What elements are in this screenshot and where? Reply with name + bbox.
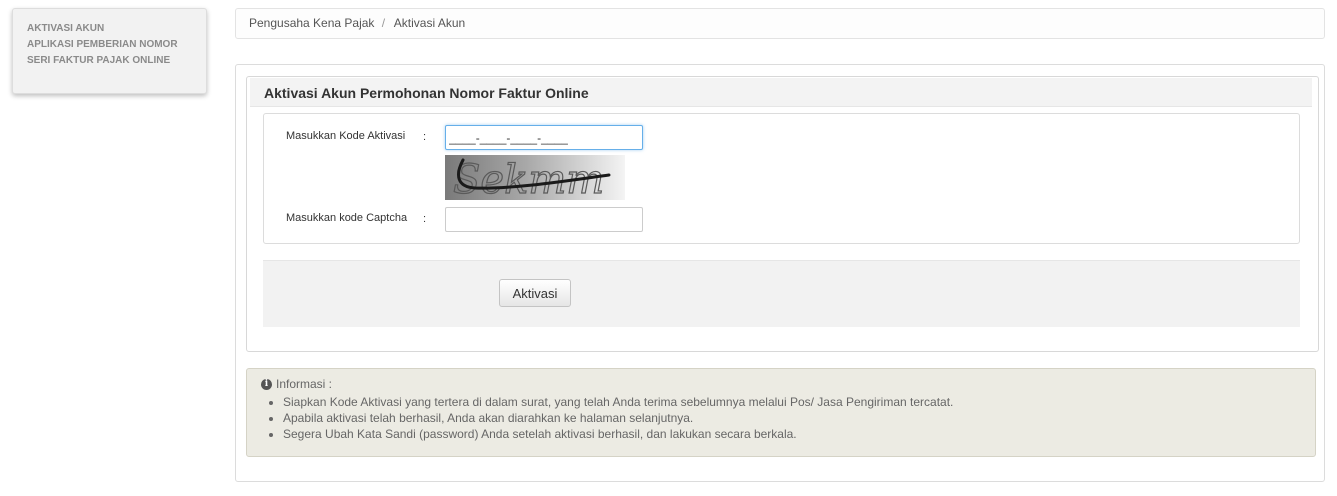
info-list-item: Segera Ubah Kata Sandi (password) Anda s… xyxy=(283,426,1301,442)
form-fields-box: Masukkan Kode Aktivasi : Sekmm Masukkan … xyxy=(263,113,1300,244)
info-list: Siapkan Kode Aktivasi yang tertera di da… xyxy=(261,394,1301,442)
form-action-bar: Aktivasi xyxy=(263,260,1300,327)
activation-code-label: Masukkan Kode Aktivasi xyxy=(286,130,406,142)
sidebar-item-aktivasi-akun[interactable]: AKTIVASI AKUN xyxy=(27,21,192,37)
activation-code-colon: : xyxy=(423,131,427,143)
breadcrumb: Pengusaha Kena Pajak / Aktivasi Akun xyxy=(235,8,1325,39)
sidebar-item-seri-faktur-pajak-online[interactable]: SERI FAKTUR PAJAK ONLINE xyxy=(27,53,192,69)
captcha-colon: : xyxy=(423,213,427,225)
aktivasi-button[interactable]: Aktivasi xyxy=(499,279,571,307)
activation-code-input[interactable] xyxy=(445,125,643,150)
info-header: i Informasi : xyxy=(261,377,1301,391)
info-list-item: Siapkan Kode Aktivasi yang tertera di da… xyxy=(283,394,1301,410)
captcha-label: Masukkan kode Captcha xyxy=(286,212,408,224)
main-panel: Aktivasi Akun Permohonan Nomor Faktur On… xyxy=(235,64,1325,482)
breadcrumb-parent-link[interactable]: Pengusaha Kena Pajak xyxy=(249,16,374,30)
info-box: i Informasi : Siapkan Kode Aktivasi yang… xyxy=(246,368,1316,457)
breadcrumb-current: Aktivasi Akun xyxy=(393,16,466,30)
info-circle-icon: i xyxy=(261,378,272,390)
activation-form-panel: Aktivasi Akun Permohonan Nomor Faktur On… xyxy=(246,76,1319,352)
sidebar-menu: AKTIVASI AKUN APLIKASI PEMBERIAN NOMOR S… xyxy=(12,8,207,94)
info-list-item: Apabila aktivasi telah berhasil, Anda ak… xyxy=(283,410,1301,426)
breadcrumb-separator: / xyxy=(381,16,386,30)
captcha-input[interactable] xyxy=(445,207,643,232)
captcha-image: Sekmm xyxy=(445,155,625,200)
info-title: Informasi : xyxy=(276,377,333,391)
form-heading: Aktivasi Akun Permohonan Nomor Faktur On… xyxy=(250,78,1312,107)
sidebar-item-aplikasi-pemberian-nomor[interactable]: APLIKASI PEMBERIAN NOMOR xyxy=(27,37,192,53)
